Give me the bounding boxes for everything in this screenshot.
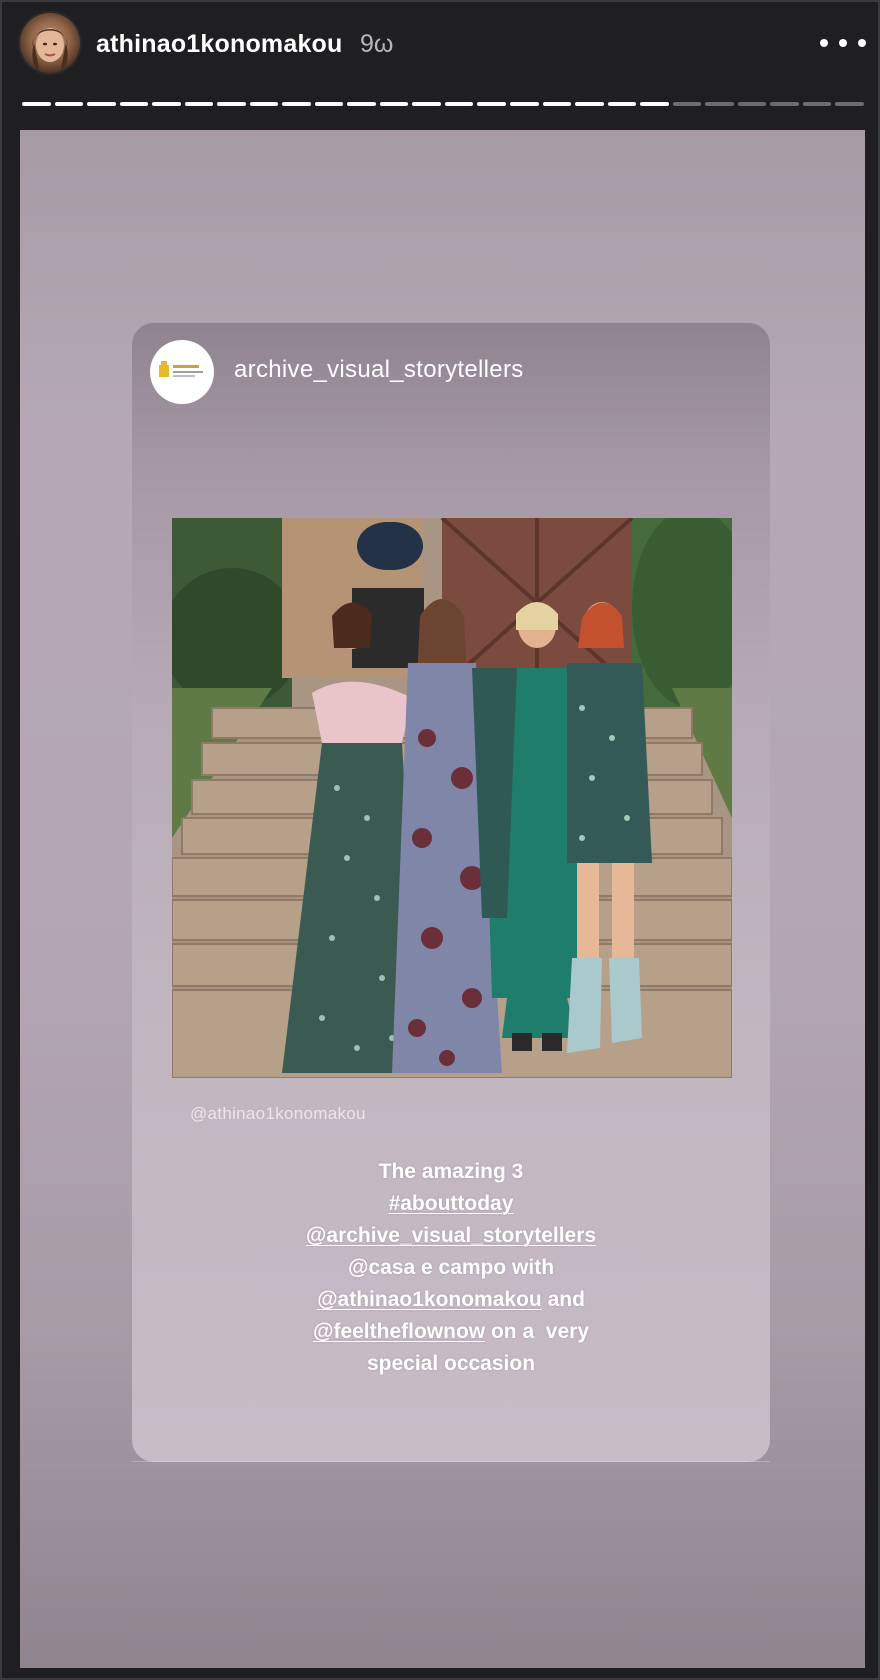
progress-segment — [477, 102, 506, 106]
progress-segment — [575, 102, 604, 106]
progress-segment — [835, 102, 864, 106]
archive-logo-icon[interactable] — [150, 340, 214, 404]
hashtag-link[interactable]: #abouttoday — [389, 1192, 514, 1215]
story-content[interactable]: archive_visual_storytellers @athinao1kon… — [20, 130, 865, 1668]
progress-segment — [152, 102, 181, 106]
story-progress-bar — [22, 102, 864, 106]
progress-segment — [640, 102, 669, 106]
post-caption: The amazing 3 #abouttoday @archive_visua… — [132, 1156, 770, 1380]
progress-segment — [412, 102, 441, 106]
progress-segment — [22, 102, 51, 106]
progress-segment — [54, 102, 84, 106]
caption-line: special occasion — [366, 1352, 536, 1375]
archive-logo-mark — [159, 361, 203, 377]
mention-link[interactable]: @archive_visual_storytellers — [306, 1224, 596, 1247]
avatar-face-image — [32, 28, 68, 73]
caption-text: and — [541, 1288, 585, 1311]
caption-line: @casa e campo with — [347, 1256, 555, 1279]
progress-segment — [119, 102, 149, 106]
dot — [839, 39, 847, 47]
card-divider — [132, 1461, 770, 1462]
progress-segment — [802, 102, 832, 106]
caption-line: The amazing 3 — [378, 1160, 524, 1183]
progress-segment — [444, 102, 474, 106]
post-photo[interactable] — [172, 518, 732, 1078]
progress-segment — [347, 102, 376, 106]
story-header: athinao1konomakou 9ω — [2, 2, 880, 97]
progress-segment — [217, 102, 246, 106]
progress-segment — [737, 102, 767, 106]
progress-segment — [314, 102, 344, 106]
progress-segment — [379, 102, 409, 106]
story-viewer: athinao1konomakou 9ω archive_visual_stor… — [0, 0, 880, 1680]
dot — [858, 39, 866, 47]
progress-segment — [607, 102, 637, 106]
mention-link[interactable]: @athinao1konomakou — [317, 1288, 542, 1311]
more-horizontal-icon[interactable] — [820, 30, 866, 56]
progress-segment — [87, 102, 116, 106]
progress-segment — [249, 102, 279, 106]
progress-segment — [282, 102, 311, 106]
progress-segment — [705, 102, 734, 106]
photo-credit[interactable]: @athinao1konomakou — [190, 1104, 366, 1124]
caption-text: on a very — [485, 1320, 590, 1343]
mention-link[interactable]: @feeltheflownow — [313, 1320, 485, 1343]
dot — [820, 39, 828, 47]
profile-avatar[interactable] — [20, 13, 80, 73]
reposted-account-name[interactable]: archive_visual_storytellers — [234, 356, 524, 384]
progress-segment — [542, 102, 572, 106]
progress-segment — [184, 102, 214, 106]
story-timestamp: 9ω — [360, 30, 394, 58]
story-username[interactable]: athinao1konomakou — [96, 30, 343, 59]
group-photo-image — [172, 518, 732, 1078]
progress-segment — [672, 102, 702, 106]
progress-segment — [509, 102, 539, 106]
progress-segment — [770, 102, 799, 106]
reposted-post-card[interactable]: archive_visual_storytellers @athinao1kon… — [132, 322, 770, 1462]
